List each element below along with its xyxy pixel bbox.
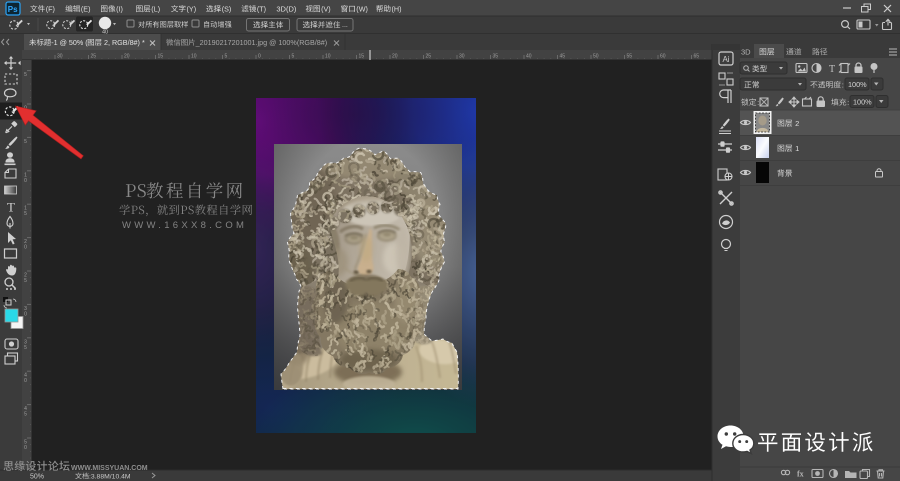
svg-text:5: 5 — [24, 345, 27, 351]
svg-text:(T): (T) — [257, 5, 266, 14]
svg-text:3D: 3D — [741, 48, 751, 57]
svg-text:5: 5 — [24, 139, 27, 145]
svg-text:WWW.16XX8.COM: WWW.16XX8.COM — [122, 220, 247, 231]
svg-text:5: 5 — [24, 278, 27, 284]
svg-text:fx: fx — [797, 470, 804, 479]
svg-text::: : — [757, 98, 759, 107]
svg-text:T: T — [7, 200, 15, 215]
svg-text:5: 5 — [225, 54, 228, 60]
svg-text:5: 5 — [24, 412, 27, 418]
svg-text:0: 0 — [258, 54, 261, 60]
svg-text:(V): (V) — [321, 5, 331, 14]
svg-text:...: ... — [342, 22, 348, 29]
svg-text:2, RGB/8#) *: 2, RGB/8#) * — [104, 38, 145, 47]
svg-text:(E): (E) — [81, 5, 91, 14]
svg-text:0: 0 — [24, 311, 27, 317]
svg-text:3D(D): 3D(D) — [276, 5, 297, 14]
svg-text:5: 5 — [292, 54, 295, 60]
svg-text:0: 0 — [24, 245, 27, 251]
svg-text:(I): (I) — [116, 5, 123, 14]
svg-text:-1 @ 50% (: -1 @ 50% ( — [51, 38, 88, 47]
svg-text:50%: 50% — [30, 474, 44, 481]
svg-text:Ai: Ai — [722, 55, 729, 64]
svg-text:5: 5 — [24, 72, 27, 78]
svg-text:5: 5 — [24, 211, 27, 217]
svg-text::3.88M/10.4M: :3.88M/10.4M — [89, 474, 131, 481]
svg-text:1: 1 — [795, 144, 799, 153]
svg-text:(H): (H) — [392, 5, 402, 14]
svg-text:0: 0 — [24, 178, 27, 184]
svg-text:0: 0 — [24, 378, 27, 384]
svg-text:0: 0 — [24, 445, 27, 451]
svg-text:(W): (W) — [356, 5, 368, 14]
svg-text:(L): (L) — [151, 5, 160, 14]
svg-text:(F): (F) — [46, 5, 55, 14]
svg-text:2: 2 — [795, 119, 799, 128]
svg-text:_20190217201001.jpg @ 100%(RGB: _20190217201001.jpg @ 100%(RGB/8#) — [195, 38, 328, 47]
svg-text:+: + — [71, 20, 74, 25]
svg-text:Ps: Ps — [8, 5, 18, 14]
svg-text:T: T — [829, 64, 835, 75]
svg-text:100%: 100% — [848, 80, 867, 89]
svg-text:100%: 100% — [853, 98, 872, 107]
svg-text::: : — [847, 98, 849, 107]
svg-text:WWW.MISSYUAN.COM: WWW.MISSYUAN.COM — [71, 465, 148, 472]
svg-text::: : — [842, 81, 844, 90]
svg-text:(S): (S) — [222, 5, 232, 14]
svg-text:(Y): (Y) — [187, 5, 197, 14]
